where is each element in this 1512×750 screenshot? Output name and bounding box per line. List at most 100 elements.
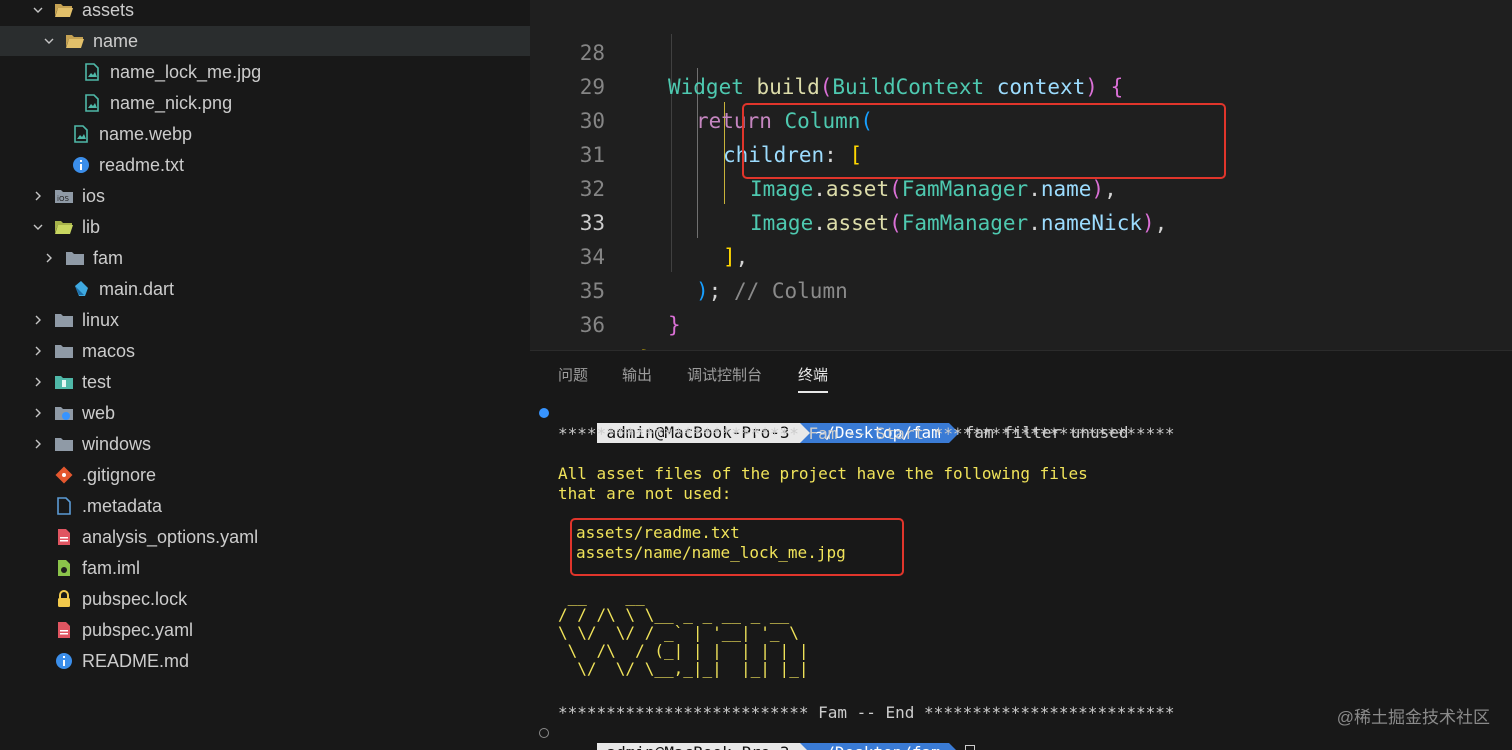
terminal-prompt[interactable]: admin@MacBook-Pro-3~/Desktop/fam [558, 723, 975, 750]
chevron-down-icon[interactable] [41, 26, 57, 56]
chevron-right-icon[interactable] [30, 181, 46, 211]
chevron-down-icon[interactable] [30, 0, 46, 25]
command-status-dot[interactable] [539, 728, 549, 738]
ascii-art-line: \ \/ \/ / _` | '__| '_ \ [558, 623, 876, 642]
chevron-right-icon[interactable] [30, 398, 46, 428]
code-line[interactable]: 28 Widget build(BuildContext context) { [530, 2, 1512, 99]
file-icon [54, 496, 74, 516]
tree-item-readme-md[interactable]: README.md [0, 646, 530, 676]
folder-icon [54, 341, 74, 361]
code-line[interactable]: 37 [530, 308, 1512, 350]
ios-folder-icon: iOS [54, 186, 74, 206]
code-line[interactable]: 34 ); // Column [530, 206, 1512, 303]
tree-item-name[interactable]: name [0, 26, 530, 56]
tree-item-name-webp[interactable]: name.webp [0, 119, 530, 149]
tree-item-ios[interactable]: iOS ios [0, 181, 530, 211]
tree-item-label: ios [82, 186, 106, 206]
ascii-art-line: __ __ [558, 587, 896, 606]
folder-open-icon [54, 0, 74, 20]
tree-item-label: test [82, 372, 112, 392]
prompt-user: admin@MacBook-Pro-3 [596, 743, 810, 750]
tab-terminal[interactable]: 终端 [798, 363, 829, 393]
tree-item-label: pubspec.yaml [82, 620, 194, 640]
tree-item-label: fam [93, 248, 124, 268]
tree-item-pubspec-lock[interactable]: pubspec.lock [0, 584, 530, 614]
end-banner: ************************** Fam -- End **… [558, 703, 1175, 722]
chevron-right-icon[interactable] [30, 367, 46, 397]
prompt-path: ~/Desktop/fam [799, 743, 960, 750]
tree-item-metadata[interactable]: .metadata [0, 491, 530, 521]
dart-file-icon [71, 279, 91, 299]
code-line[interactable]: 35 } [530, 240, 1512, 337]
tree-item-assets[interactable]: assets [0, 0, 530, 25]
chevron-right-icon[interactable] [30, 429, 46, 459]
folder-icon [65, 248, 85, 268]
tab-output[interactable]: 输出 [622, 363, 652, 389]
highlight-box [570, 518, 904, 576]
terminal-message: All asset files of the project have the … [558, 464, 1088, 483]
bottom-panel: 问题 输出 调试控制台 终端 admin@MacBook-Pro-3 ~/Desk… [530, 350, 1512, 750]
info-file-icon [71, 155, 91, 175]
tree-item-label: assets [82, 0, 135, 20]
tree-item-label: main.dart [99, 279, 175, 299]
tree-item-lib[interactable]: lib [0, 212, 530, 242]
code-line[interactable]: 36 } [530, 274, 1512, 350]
test-folder-icon [54, 372, 74, 392]
tab-problems[interactable]: 问题 [558, 363, 588, 389]
ascii-art-line: / / /\ \ \__ _ _ __ _ __ [558, 605, 876, 624]
folder-icon [54, 434, 74, 454]
chevron-right-icon[interactable] [30, 305, 46, 335]
chevron-right-icon[interactable] [30, 336, 46, 366]
tree-item-fam[interactable]: fam [0, 243, 530, 273]
tree-item-label: windows [82, 434, 152, 454]
tree-item-label: name [93, 31, 139, 51]
info-file-icon [54, 651, 74, 671]
tree-item-label: linux [82, 310, 120, 330]
tree-item-name-lock-me-jpg[interactable]: name_lock_me.jpg [0, 57, 530, 87]
tree-item-label: pubspec.lock [82, 589, 188, 609]
tree-item-label: web [82, 403, 116, 423]
tree-item-fam-iml[interactable]: fam.iml [0, 553, 530, 583]
tree-item-label: macos [82, 341, 136, 361]
tab-debug-console[interactable]: 调试控制台 [687, 363, 762, 389]
tree-item-macos[interactable]: macos [0, 336, 530, 366]
terminal-cursor[interactable] [964, 744, 975, 750]
tree-item-main-dart[interactable]: main.dart [0, 274, 530, 304]
tree-item-web[interactable]: web [0, 398, 530, 428]
tree-item-windows[interactable]: windows [0, 429, 530, 459]
tree-item-gitignore[interactable]: .gitignore [0, 460, 530, 490]
chevron-right-icon[interactable] [41, 243, 57, 273]
code-line[interactable]: 29 return Column( [530, 36, 1512, 133]
tree-item-analysis-options-yaml[interactable]: analysis_options.yaml [0, 522, 530, 552]
command-status-dot[interactable] [539, 408, 549, 418]
chevron-down-icon[interactable] [30, 212, 46, 242]
svg-text:iOS: iOS [57, 195, 69, 203]
tree-item-test[interactable]: test [0, 367, 530, 397]
explorer-sidebar: assets name name_lock_me.jpg name_nick.pngn… [0, 0, 530, 750]
tree-item-label: README.md [82, 651, 190, 671]
tree-item-pubspec-yaml[interactable]: pubspec.yaml [0, 615, 530, 645]
lib-folder-icon [54, 217, 74, 237]
tree-item-label: name.webp [99, 124, 193, 144]
ascii-art-line: \ /\ / (_| | | | | | | [558, 641, 876, 660]
tree-item-label: analysis_options.yaml [82, 527, 259, 547]
tree-item-linux[interactable]: linux [0, 305, 530, 335]
tree-item-label: .gitignore [82, 465, 157, 485]
tree-item-name-nick-png[interactable]: name_nick.png [0, 88, 530, 118]
yaml-file-icon [54, 527, 74, 547]
git-file-icon [54, 465, 74, 485]
highlight-box [742, 103, 1226, 179]
web-folder-icon [54, 403, 74, 423]
code-line[interactable]: 30 children: [ [530, 70, 1512, 167]
line-number: 37 [530, 342, 605, 350]
tree-item-readme-txt[interactable]: readme.txt [0, 150, 530, 180]
code-editor[interactable]: 28 Widget build(BuildContext context) { … [530, 0, 1512, 350]
